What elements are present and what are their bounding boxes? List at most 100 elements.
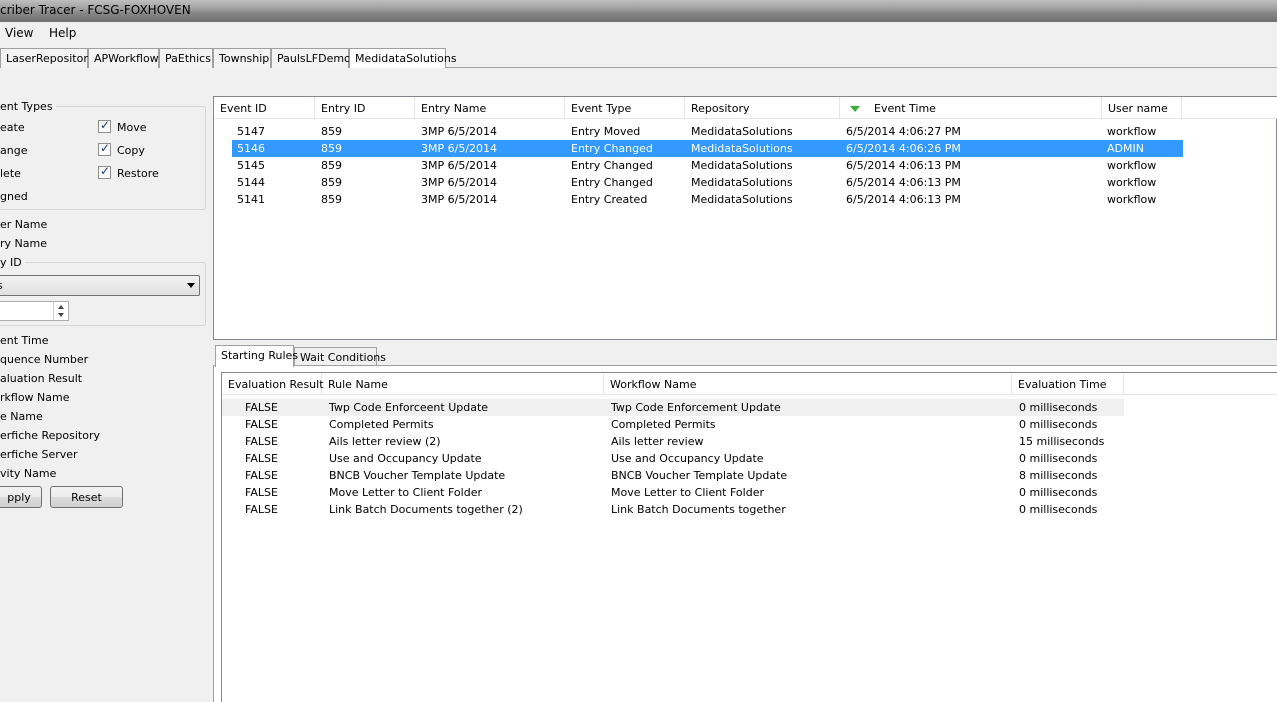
tab-wait-conditions[interactable]: Wait Conditions [294, 347, 386, 367]
rule-row[interactable]: FALSE Completed Permits Completed Permit… [222, 416, 1277, 433]
cell-event-type: Entry Changed [571, 176, 653, 189]
tab-label: Starting Rules [221, 349, 299, 362]
event-row[interactable]: 5145 859 3MP 6/5/2014 Entry Changed Medi… [214, 157, 1277, 174]
entry-name-filter-label[interactable]: ry Name [0, 237, 47, 250]
cell-entry-id: 859 [321, 142, 342, 155]
repo-tab-apworkflow[interactable]: APWorkflow [88, 48, 159, 68]
activity-name-filter-label[interactable]: vity Name [0, 467, 56, 480]
tab-label: Wait Conditions [300, 351, 387, 364]
stepper-down-icon[interactable] [58, 313, 64, 317]
copy-label: Copy [117, 144, 145, 157]
event-row[interactable]: 5144 859 3MP 6/5/2014 Entry Changed Medi… [214, 174, 1277, 191]
cell-event-time: 6/5/2014 4:06:13 PM [846, 193, 961, 206]
user-name-filter-label[interactable]: er Name [0, 218, 47, 231]
column-header-label: Event ID [220, 102, 267, 115]
column-header-event-type[interactable]: Event Type [565, 97, 685, 119]
dropdown-arrow-icon [187, 283, 195, 288]
repo-tab-laserrepository[interactable]: LaserRepository [0, 48, 94, 68]
cell-entry-name: 3MP 6/5/2014 [421, 142, 498, 155]
entry-id-operator-select[interactable]: s [0, 275, 200, 296]
cell-event-type: Entry Created [571, 193, 648, 206]
rule-name-filter-label[interactable]: e Name [0, 410, 43, 423]
move-label: Move [117, 121, 147, 134]
column-header-evaluation-result[interactable]: Evaluation Result [222, 373, 324, 395]
stepper-buttons[interactable] [53, 302, 68, 320]
workflow-name-filter-label[interactable]: rkflow Name [0, 391, 70, 404]
column-header-workflow-name[interactable]: Workflow Name [604, 373, 1012, 395]
repo-tab-township[interactable]: Township [213, 48, 271, 68]
cell-workflow-name: Use and Occupancy Update [611, 452, 764, 465]
column-header-label: Workflow Name [610, 378, 697, 391]
column-header-event-id[interactable]: Event ID [214, 97, 315, 119]
rule-row[interactable]: FALSE BNCB Voucher Template Update BNCB … [222, 467, 1277, 484]
rules-grid: Evaluation Result Rule Name Workflow Nam… [221, 372, 1277, 702]
cell-event-time: 6/5/2014 4:06:27 PM [846, 125, 961, 138]
laserfiche-server-filter-label[interactable]: erfiche Server [0, 448, 78, 461]
column-header-rule-name[interactable]: Rule Name [322, 373, 604, 395]
sequence-number-filter-label[interactable]: quence Number [0, 353, 88, 366]
rule-row[interactable]: FALSE Twp Code Enforceent Update Twp Cod… [222, 399, 1277, 416]
cell-user-name: workflow [1107, 159, 1157, 172]
cell-event-type: Entry Moved [571, 125, 641, 138]
cell-event-type: Entry Changed [571, 142, 653, 155]
column-header-user-name[interactable]: User name [1102, 97, 1182, 119]
repo-tab-paulslfdemo[interactable]: PaulsLFDemo [271, 48, 351, 68]
cell-workflow-name: Twp Code Enforcement Update [611, 401, 781, 414]
event-row-selected[interactable]: 5146 859 3MP 6/5/2014 Entry Changed Medi… [214, 140, 1277, 157]
copy-checkbox[interactable]: ✓ [98, 141, 111, 156]
repo-tab-label: LaserRepository [6, 52, 95, 65]
starting-rules-panel: Evaluation Result Rule Name Workflow Nam… [213, 365, 1277, 702]
apply-button[interactable]: pply [0, 486, 42, 508]
repository-tab-bar: LaserRepository APWorkflow PaEthics Town… [0, 46, 1277, 68]
move-checkbox[interactable]: ✓ [98, 118, 111, 133]
event-row[interactable]: 5147 859 3MP 6/5/2014 Entry Moved Medida… [214, 123, 1277, 140]
cell-entry-id: 859 [321, 193, 342, 206]
menu-help[interactable]: Help [49, 26, 76, 40]
repo-tab-medidatasolutions[interactable]: MedidataSolutions [349, 48, 457, 68]
laserfiche-repository-filter-label[interactable]: erfiche Repository [0, 429, 100, 442]
column-header-label: Repository [691, 102, 750, 115]
cell-event-id: 5147 [237, 125, 265, 138]
cell-event-type: Entry Changed [571, 159, 653, 172]
rule-row[interactable]: FALSE Link Batch Documents together (2) … [222, 501, 1277, 518]
create-label[interactable]: eate [0, 121, 25, 134]
cell-repository: MedidataSolutions [691, 176, 793, 189]
rule-row[interactable]: FALSE Use and Occupancy Update Use and O… [222, 450, 1277, 467]
tab-starting-rules[interactable]: Starting Rules [215, 345, 298, 367]
column-header-event-time[interactable]: Event Time [840, 97, 1102, 119]
column-header-entry-id[interactable]: Entry ID [315, 97, 415, 119]
cell-entry-id: 859 [321, 176, 342, 189]
event-time-filter-label[interactable]: ent Time [0, 334, 48, 347]
cell-evaluation-result: FALSE [245, 486, 278, 499]
entry-id-filter-label[interactable]: y ID [0, 256, 25, 269]
rule-row[interactable]: FALSE Ails letter review (2) Ails letter… [222, 433, 1277, 450]
reset-button[interactable]: Reset [50, 486, 123, 508]
stepper-up-icon[interactable] [58, 305, 64, 309]
column-header-label: Evaluation Time [1018, 378, 1107, 391]
repo-tab-paethics[interactable]: PaEthics [159, 48, 213, 68]
column-header-entry-name[interactable]: Entry Name [415, 97, 565, 119]
cell-evaluation-result: FALSE [245, 452, 278, 465]
change-label[interactable]: ange [0, 144, 27, 157]
entry-id-stepper[interactable] [0, 301, 69, 321]
column-header-repository[interactable]: Repository [685, 97, 840, 119]
menu-view[interactable]: View [5, 26, 33, 40]
cell-repository: MedidataSolutions [691, 193, 793, 206]
cell-evaluation-time: 0 milliseconds [1019, 486, 1098, 499]
check-mark-icon: ✓ [100, 141, 111, 155]
cell-event-id: 5144 [237, 176, 265, 189]
cell-user-name: ADMIN [1107, 142, 1144, 155]
restore-checkbox[interactable]: ✓ [98, 164, 111, 179]
cell-rule-name: Move Letter to Client Folder [329, 486, 482, 499]
column-header-label: Event Type [571, 102, 632, 115]
delete-label[interactable]: lete [0, 167, 21, 180]
column-header-label: Entry Name [421, 102, 487, 115]
cell-evaluation-result: FALSE [245, 418, 278, 431]
rule-row[interactable]: FALSE Move Letter to Client Folder Move … [222, 484, 1277, 501]
column-header-evaluation-time[interactable]: Evaluation Time [1012, 373, 1124, 395]
restore-label: Restore [117, 167, 159, 180]
repo-tab-label: MedidataSolutions [355, 52, 457, 65]
event-row[interactable]: 5141 859 3MP 6/5/2014 Entry Created Medi… [214, 191, 1277, 208]
signed-label[interactable]: gned [0, 190, 28, 203]
evaluation-result-filter-label[interactable]: aluation Result [0, 372, 82, 385]
